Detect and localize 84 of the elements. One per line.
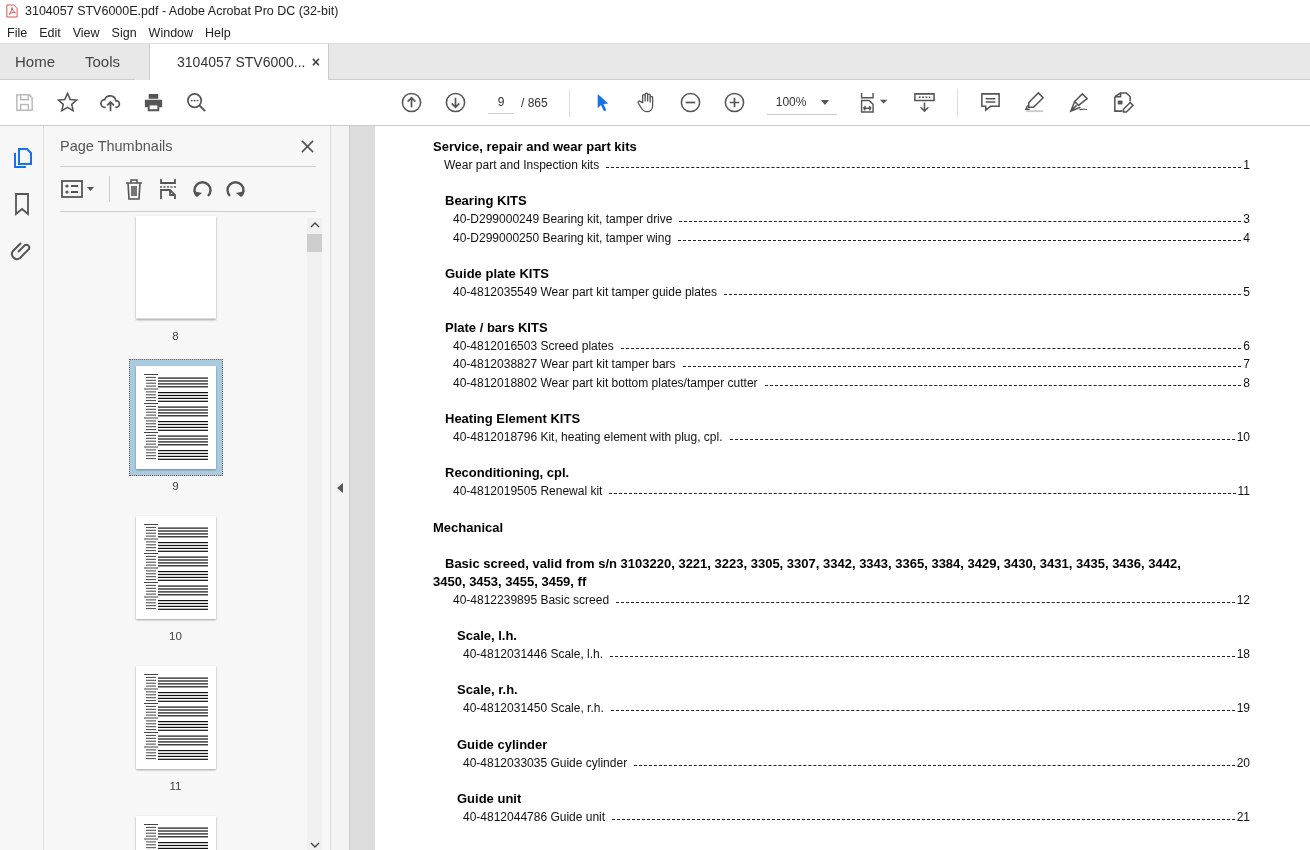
menu-item[interactable]: Window <box>142 25 200 40</box>
page-number: 21 <box>1236 808 1250 826</box>
crop-pages-icon[interactable] <box>157 178 179 200</box>
toc-heading: Scale, r.h. <box>456 681 519 700</box>
toc-heading: Mechanical <box>433 518 505 537</box>
toc-heading: Plate / bars KITS <box>444 319 549 338</box>
next-page-icon[interactable] <box>444 91 467 114</box>
toc-entry[interactable]: 40-4812031446 Scale, l.h. <box>463 644 604 664</box>
caret-icon[interactable] <box>820 99 829 105</box>
menu-item[interactable]: Sign <box>105 25 143 40</box>
toc-entry[interactable]: 40-D299000249 Bearing kit, tamper drive <box>453 210 673 229</box>
scroll-up-icon[interactable] <box>309 222 320 228</box>
menu-item[interactable]: View <box>66 25 106 40</box>
toc-heading: Heating Element KITS <box>444 410 582 429</box>
scroll-down-icon[interactable] <box>309 842 320 848</box>
comment-icon[interactable] <box>978 91 1002 114</box>
toc-heading: Guide unit <box>456 789 523 808</box>
search-icon[interactable] <box>185 91 208 114</box>
toc-heading: Reconditioning, cpl. <box>444 464 571 483</box>
pdf-file-icon <box>6 4 18 18</box>
document-tab[interactable]: 3104057 STV6000... × <box>149 44 330 80</box>
toc-heading: Guide plate KITS <box>444 264 550 283</box>
page-number-field[interactable]: 9 <box>488 91 514 114</box>
zoom-dropdown[interactable]: 100% <box>766 90 837 115</box>
star-icon[interactable] <box>56 91 79 114</box>
window-title: 3104057 STV6000E.pdf - Adobe Acrobat Pro DC (32-bit) <box>25 4 339 18</box>
toc-entry[interactable]: 40-4812035549 Wear part kit tamper guide plates <box>453 282 717 302</box>
scroll-mode-icon[interactable] <box>912 91 936 114</box>
toc-entry[interactable]: 40-4812018796 Kit, heating element with plug, cpl. <box>453 428 723 447</box>
page-number: 3 <box>1243 211 1250 229</box>
page-number: 5 <box>1243 283 1250 301</box>
toc-heading: Guide cylinder <box>456 735 549 754</box>
page-count: / 865 <box>521 95 548 110</box>
toc-entry[interactable]: 40-4812019505 Renewal kit <box>453 482 603 501</box>
toc-entry[interactable]: 40-D299000250 Bearing kit, tamper wing <box>453 228 672 247</box>
page-label: 11 <box>169 780 182 792</box>
page-number: 12 <box>1236 591 1250 609</box>
close-tab-button[interactable]: × <box>311 54 321 70</box>
collapse-panel-icon[interactable] <box>337 483 343 493</box>
rotate-left-icon[interactable] <box>191 178 213 200</box>
toc-entry[interactable]: 40-4812016503 Screed plates <box>453 337 614 356</box>
page-number: 11 <box>1237 483 1250 501</box>
panel-title: Page Thumbnails <box>60 138 173 154</box>
toc-heading: Scale, l.h. <box>456 626 518 645</box>
rotate-right-icon[interactable] <box>225 178 247 200</box>
menu-item[interactable]: Help <box>199 25 237 40</box>
page-number: 6 <box>1243 338 1250 356</box>
toc-entry[interactable]: 40-4812018802 Wear part kit bottom plates/tamper cutter <box>453 373 758 393</box>
zoom-in-icon[interactable] <box>722 91 746 114</box>
page-label: 9 <box>172 480 179 492</box>
zoom-out-icon[interactable] <box>678 91 702 114</box>
page-thumbnail[interactable] <box>128 359 223 476</box>
toc-heading: Basic screed, valid from s/n 3103220, 3221, 3223, 3305, 3307, 3342, 3343, 3365, 3384, 3429, 3430, 3431, 3435, 3436, 3442, 3450, 3453, 3455, 3459, ff <box>433 554 1182 591</box>
page-number: 10 <box>1236 429 1250 447</box>
nav-tab[interactable]: Tools <box>70 44 136 80</box>
toc-entry[interactable]: Wear part and Inspection kits <box>444 156 600 175</box>
page-number: 4 <box>1243 229 1250 247</box>
print-icon[interactable] <box>142 91 165 114</box>
toc-entry[interactable]: 40-4812239895 Basic screed <box>453 590 610 609</box>
highlighter-icon[interactable] <box>1022 91 1046 114</box>
toc-heading: Bearing KITS <box>444 192 528 211</box>
menu-item[interactable]: Edit <box>33 25 67 40</box>
tab-title[interactable]: 3104057 STV6000... <box>177 54 306 70</box>
page-number: 7 <box>1243 356 1250 374</box>
page-label: 10 <box>169 630 182 642</box>
toc-entry[interactable]: 40-4812044786 Guide unit <box>463 807 606 827</box>
page-number: 19 <box>1236 700 1250 718</box>
options-menu-icon[interactable] <box>60 178 96 200</box>
page-number: 20 <box>1236 754 1250 772</box>
page-number: 1 <box>1243 157 1250 174</box>
scrollbar[interactable] <box>307 218 322 850</box>
toc-heading: Service, repair and wear part kits <box>433 138 638 156</box>
menu-item[interactable]: File <box>1 25 34 40</box>
page-label: 8 <box>172 330 179 342</box>
scroll-thumb[interactable] <box>307 234 322 252</box>
close-icon[interactable] <box>301 139 314 153</box>
toc-entry[interactable]: 40-4812033035 Guide cylinder <box>463 753 628 772</box>
page-number: 8 <box>1243 374 1250 392</box>
toc-entry[interactable]: 40-4812038827 Wear part kit tamper bars <box>453 355 676 374</box>
trash-icon[interactable] <box>123 178 145 200</box>
page-number: 18 <box>1236 645 1250 663</box>
previous-page-icon[interactable] <box>400 91 423 114</box>
nav-tab[interactable]: Home <box>0 44 70 80</box>
toc-entry[interactable]: 40-4812031450 Scale, r.h. <box>463 699 604 718</box>
